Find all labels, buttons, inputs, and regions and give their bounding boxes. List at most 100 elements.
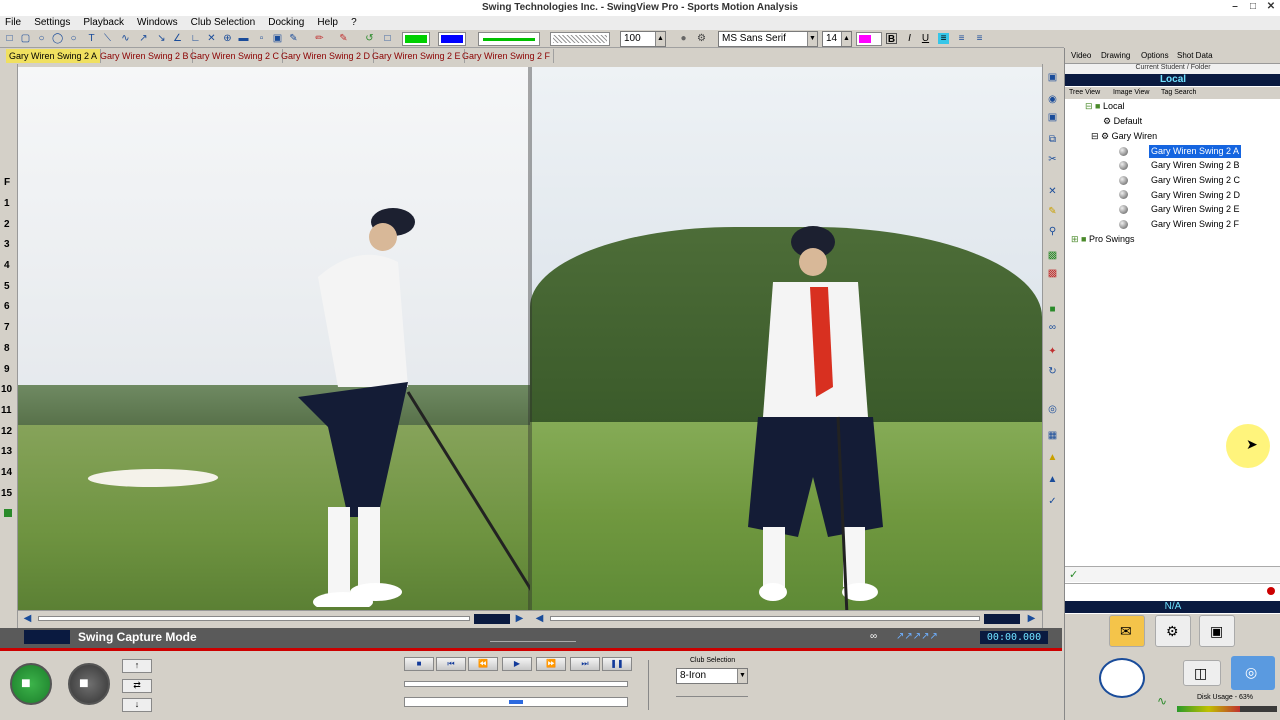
frame-label[interactable]: 3: [4, 239, 10, 250]
tag-input-row[interactable]: ✓: [1065, 566, 1280, 582]
pen-tool-icon[interactable]: ✎: [288, 33, 299, 44]
volume-slider[interactable]: [648, 660, 654, 710]
menu-file[interactable]: File: [0, 16, 26, 30]
club-down-button[interactable]: ↓: [122, 698, 152, 712]
target-tool-icon[interactable]: ⊕: [222, 33, 233, 44]
fill-color-picker[interactable]: [438, 32, 466, 46]
scroll-left-icon[interactable]: ◀: [534, 613, 545, 624]
frame-label[interactable]: F: [4, 177, 10, 188]
table-icon[interactable]: ▦: [1047, 430, 1058, 441]
scissors-icon[interactable]: ✂: [1047, 154, 1058, 165]
text-color-picker[interactable]: [856, 32, 882, 46]
bell-icon[interactable]: ▲: [1047, 452, 1058, 463]
camera-settings-button[interactable]: ■: [68, 663, 110, 705]
menu-settings[interactable]: Settings: [29, 16, 75, 30]
frame-label[interactable]: 5: [4, 281, 10, 292]
tree-icon[interactable]: ▲: [1047, 474, 1058, 485]
club-up-button[interactable]: ↑: [122, 659, 152, 673]
pattern-picker[interactable]: [550, 32, 610, 46]
club-slider[interactable]: [676, 696, 748, 700]
undo-icon[interactable]: ↺: [364, 33, 375, 44]
right-clip-scrubber[interactable]: [550, 616, 980, 621]
fast-forward-button[interactable]: ⏩: [536, 657, 566, 671]
tab-tag-search[interactable]: Tag Search: [1161, 89, 1196, 96]
menu-help[interactable]: Help: [312, 16, 343, 30]
tab-image-view[interactable]: Image View: [1113, 89, 1149, 96]
bold-icon[interactable]: B: [886, 33, 897, 45]
ellipse-tool-icon[interactable]: ◯: [52, 33, 63, 44]
line-color-picker[interactable]: [402, 32, 430, 46]
save-icon[interactable]: ■: [1047, 304, 1058, 315]
menu-playback[interactable]: Playback: [78, 16, 129, 30]
pause-button[interactable]: ❚❚: [602, 657, 632, 671]
search-icon[interactable]: ⚲: [1047, 226, 1058, 237]
box-tool-icon[interactable]: ▣: [272, 33, 283, 44]
rectangle-tool-icon[interactable]: ▢: [20, 33, 31, 44]
tree-expand-icon[interactable]: ⊞ ■: [1071, 234, 1086, 244]
link-icon[interactable]: ∞: [1047, 322, 1058, 333]
multi-line-icon[interactable]: ↘: [156, 33, 167, 44]
eraser-icon[interactable]: ✎: [338, 33, 349, 44]
left-clip-scrubber[interactable]: [38, 616, 470, 621]
email-button[interactable]: ✉: [1109, 615, 1145, 647]
frame-label[interactable]: 10: [1, 384, 12, 395]
close-icon[interactable]: ✕: [1264, 1, 1278, 13]
clip-tab[interactable]: Gary Wiren Swing 2 E: [369, 49, 465, 63]
maximize-icon[interactable]: □: [1246, 1, 1260, 13]
tab-shot-data[interactable]: Shot Data: [1177, 51, 1213, 60]
menu-docking[interactable]: Docking: [263, 16, 309, 30]
tree-node-local[interactable]: ⊟ ■ Local: [1085, 100, 1125, 113]
line-style-picker[interactable]: [478, 32, 540, 46]
spin-icon[interactable]: ▲: [655, 32, 665, 46]
tree-node-pro-swings[interactable]: ⊞ ■ Pro Swings: [1071, 233, 1135, 246]
pencil-icon[interactable]: ✏: [314, 33, 325, 44]
video-viewport[interactable]: [18, 67, 1042, 610]
disc-button[interactable]: ◎: [1231, 656, 1275, 690]
tree-node-student[interactable]: ⊟ ⚙ Gary Wiren: [1091, 130, 1157, 143]
fullscreen-icon[interactable]: ▣: [1047, 72, 1058, 83]
menu-windows[interactable]: Windows: [132, 16, 183, 30]
layout-toggle-button[interactable]: ◫: [1183, 660, 1221, 686]
arrow-tool-icon[interactable]: ↗: [138, 33, 149, 44]
tree-expand-icon[interactable]: ⊟ ■: [1085, 101, 1100, 111]
frame-label[interactable]: 14: [1, 467, 12, 478]
copy-icon[interactable]: ⧉: [1047, 134, 1058, 145]
tab-video[interactable]: Video: [1071, 51, 1091, 60]
tab-tree-view[interactable]: Tree View: [1069, 89, 1100, 96]
camera-icon[interactable]: ◉: [1047, 94, 1058, 105]
angle-tool-icon[interactable]: ∠: [172, 33, 183, 44]
underline-icon[interactable]: U: [920, 33, 931, 44]
split-divider[interactable]: [528, 67, 532, 610]
stop-button[interactable]: ■: [404, 657, 434, 671]
tree-node-default[interactable]: ⚙ Default: [1103, 115, 1142, 128]
globe-icon[interactable]: ◎: [1047, 404, 1058, 415]
italic-icon[interactable]: I: [904, 33, 915, 44]
frame-label[interactable]: 9: [4, 364, 10, 375]
menu-club-selection[interactable]: Club Selection: [186, 16, 260, 30]
settings-button[interactable]: ⚙: [1155, 615, 1191, 647]
sync-icon[interactable]: ↻: [1047, 366, 1058, 377]
graph-icon[interactable]: ▩: [1047, 268, 1058, 279]
font-size-input[interactable]: 14 ▲: [822, 31, 852, 47]
tree-swing-item[interactable]: Gary Wiren Swing 2 D: [1151, 189, 1240, 202]
tree-swing-item[interactable]: Gary Wiren Swing 2 C: [1151, 174, 1240, 187]
align-left-icon[interactable]: ≡: [938, 33, 949, 44]
frame-label[interactable]: 8: [4, 343, 10, 354]
ruler-tool-icon[interactable]: ▬: [238, 33, 249, 44]
align-center-icon[interactable]: ≡: [956, 33, 967, 44]
spin-icon[interactable]: ▲: [841, 32, 851, 46]
scroll-right-icon[interactable]: ▶: [1026, 613, 1037, 624]
rewind-button[interactable]: ⏪: [468, 657, 498, 671]
draw-tools-icon[interactable]: ↗↗↗↗↗: [896, 631, 938, 642]
skip-end-button[interactable]: ⏭: [570, 657, 600, 671]
wand-icon[interactable]: ✦: [1047, 346, 1058, 357]
clip-tab[interactable]: Gary Wiren Swing 2 D: [278, 49, 375, 63]
square-icon[interactable]: □: [382, 33, 393, 44]
frame-label[interactable]: 2: [4, 219, 10, 230]
skip-start-button[interactable]: ⏮: [436, 657, 466, 671]
frame-label[interactable]: 15: [1, 488, 12, 499]
speed-slider[interactable]: [490, 632, 576, 642]
chevron-down-icon[interactable]: ▼: [737, 669, 747, 683]
chevron-down-icon[interactable]: ▼: [807, 32, 817, 46]
clip-tab[interactable]: Gary Wiren Swing 2 A: [6, 49, 102, 63]
